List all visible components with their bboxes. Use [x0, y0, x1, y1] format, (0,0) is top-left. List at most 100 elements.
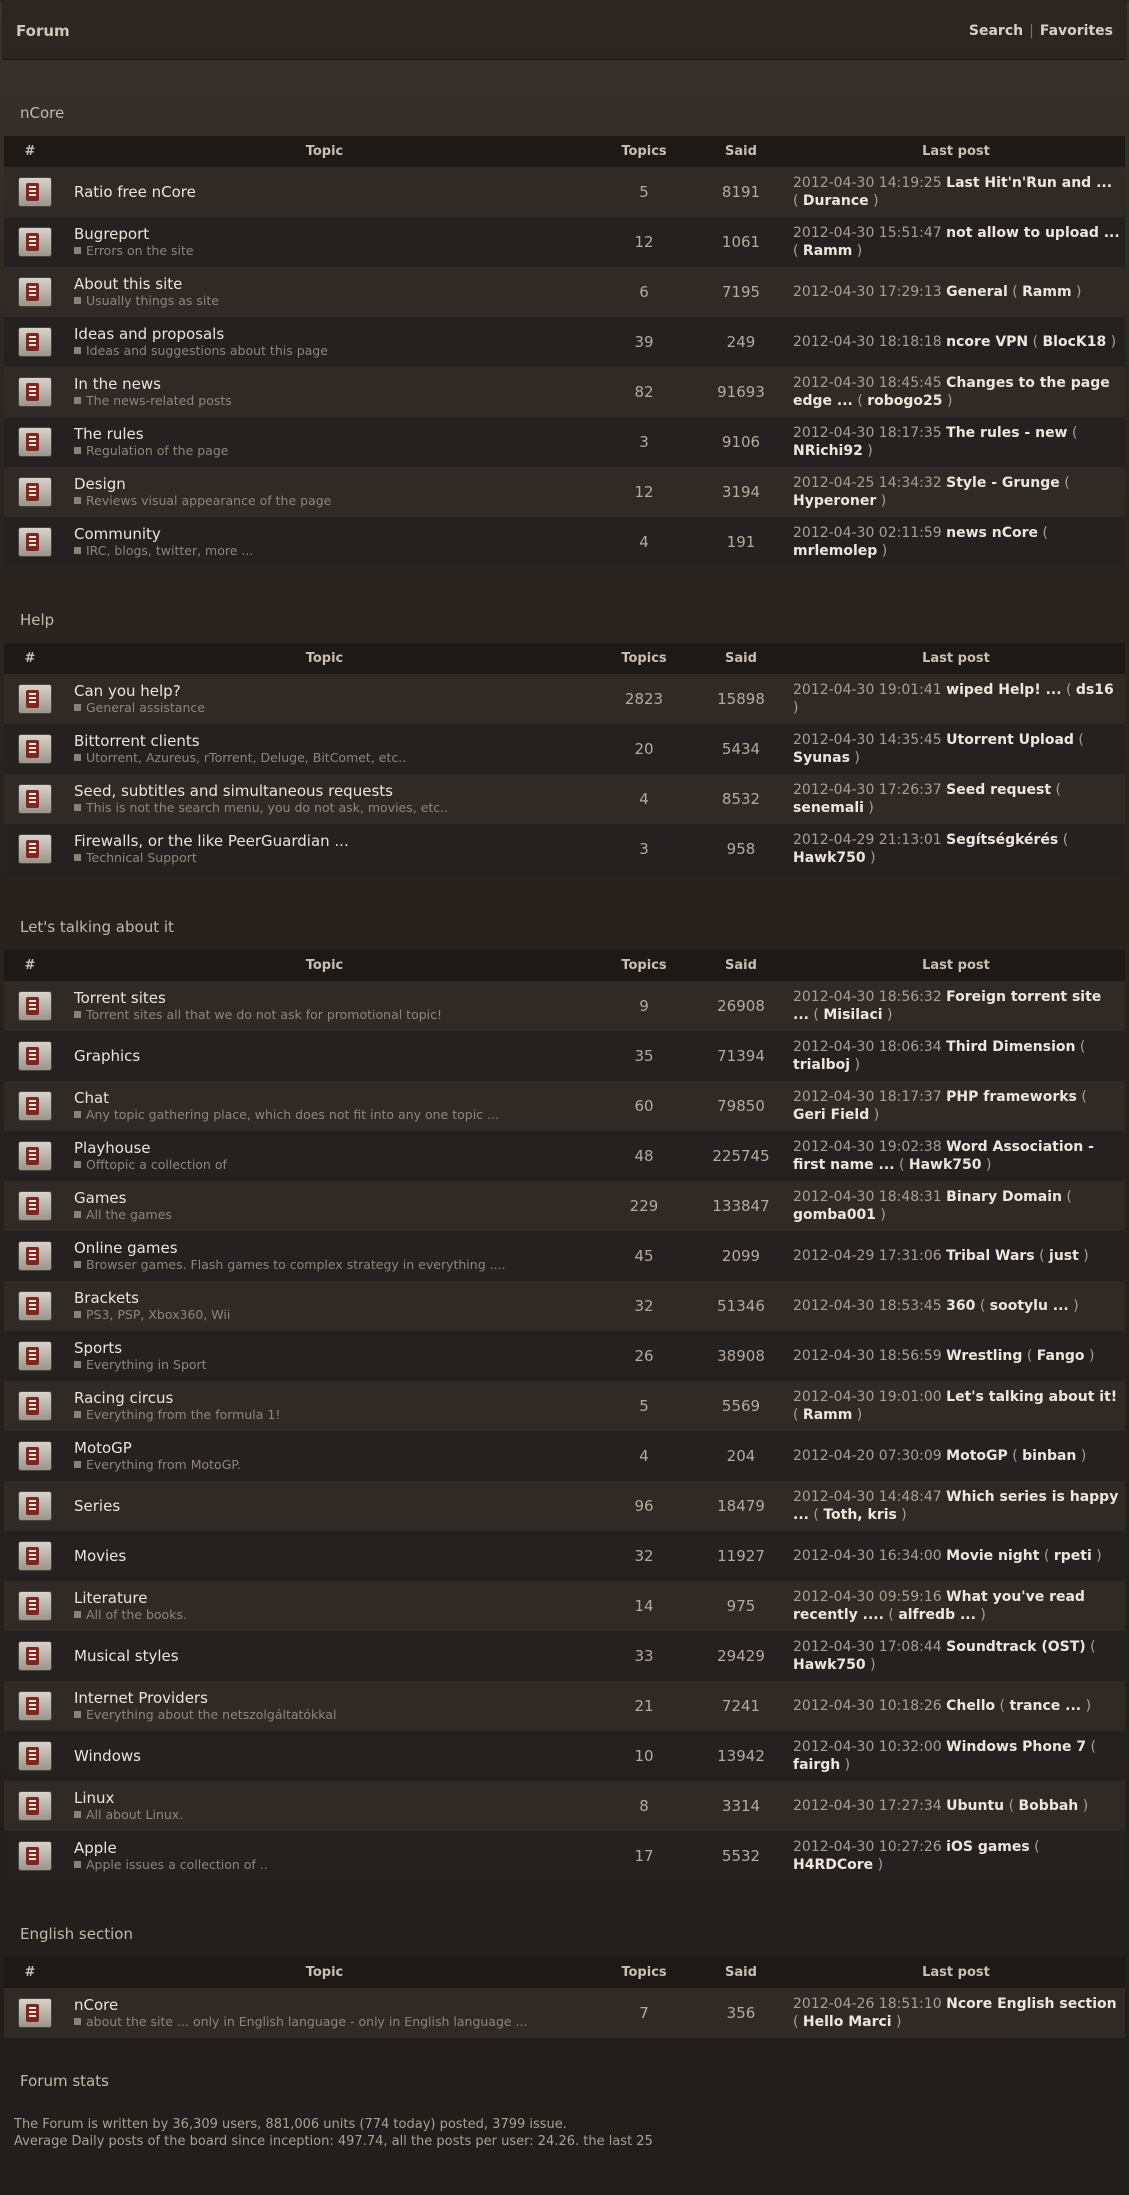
- forum-name-link[interactable]: Online games: [74, 1239, 592, 1257]
- last-post-user-link[interactable]: trance ...: [1009, 1698, 1081, 1714]
- forum-name-link[interactable]: Design: [74, 475, 592, 493]
- favorites-link[interactable]: Favorites: [1040, 23, 1113, 39]
- last-post-title-link[interactable]: 360: [946, 1298, 975, 1314]
- forum-name-link[interactable]: Games: [74, 1189, 592, 1207]
- said-count: 5569: [721, 1397, 761, 1415]
- forum-row: Literature All of the books. 14 975 2012-04-…: [4, 1581, 1125, 1631]
- forum-name-link[interactable]: Ideas and proposals: [74, 325, 592, 343]
- last-post-title-link[interactable]: Utorrent Upload: [946, 732, 1074, 748]
- forum-name-link[interactable]: Ratio free nCore: [74, 183, 592, 201]
- last-post-title-link[interactable]: Style - Grunge: [946, 475, 1060, 491]
- last-post-user-link[interactable]: Durance: [803, 193, 869, 209]
- last-post-user-link[interactable]: mrlemolep: [793, 543, 877, 559]
- bullet-icon: [74, 1611, 81, 1618]
- last-post-title-link[interactable]: iOS games: [946, 1839, 1030, 1855]
- last-post-user-link[interactable]: Toth, kris: [823, 1507, 897, 1523]
- forum-name-link[interactable]: Bittorrent clients: [74, 732, 592, 750]
- last-post-user-link[interactable]: Syunas: [793, 750, 850, 766]
- last-post-user-link[interactable]: fairgh: [793, 1757, 840, 1773]
- forum-name-link[interactable]: Bugreport: [74, 225, 592, 243]
- last-post-user-link[interactable]: Misilaci: [823, 1007, 882, 1023]
- forum-name-link[interactable]: In the news: [74, 375, 592, 393]
- last-post-title-link[interactable]: Binary Domain: [946, 1189, 1062, 1205]
- last-post-date: 2012-04-30 19:01:00: [793, 1389, 942, 1405]
- last-post-user-link[interactable]: rpeti: [1054, 1548, 1092, 1564]
- forum-name-link[interactable]: Windows: [74, 1747, 592, 1765]
- last-post-title-link[interactable]: PHP frameworks: [946, 1089, 1077, 1105]
- forum-name-link[interactable]: Can you help?: [74, 682, 592, 700]
- forum-name-link[interactable]: Linux: [74, 1789, 592, 1807]
- forum-name-link[interactable]: MotoGP: [74, 1439, 592, 1457]
- forum-name-link[interactable]: Racing circus: [74, 1389, 592, 1407]
- forum-name-link[interactable]: Musical styles: [74, 1647, 592, 1665]
- last-post-user-link[interactable]: trialboj: [793, 1057, 850, 1073]
- last-post-title-link[interactable]: Chello: [946, 1698, 995, 1714]
- last-post-title-link[interactable]: wiped Help! ...: [946, 682, 1061, 698]
- last-post-title-link[interactable]: Wrestling: [946, 1348, 1022, 1364]
- bullet-icon: [74, 1261, 81, 1268]
- forum-name-link[interactable]: Firewalls, or the like PeerGuardian ...: [74, 832, 592, 850]
- last-post-user-link[interactable]: Fango: [1037, 1348, 1085, 1364]
- last-post-title-link[interactable]: Soundtrack (OST): [946, 1639, 1086, 1655]
- forum-name-link[interactable]: About this site: [74, 275, 592, 293]
- last-post-title-link[interactable]: Segítségkérés: [946, 832, 1058, 848]
- forum-description: Usually things as site: [74, 293, 592, 309]
- last-post-title-link[interactable]: Tribal Wars: [946, 1248, 1034, 1264]
- forum-name-link[interactable]: Brackets: [74, 1289, 592, 1307]
- last-post-title-link[interactable]: The rules - new: [946, 425, 1067, 441]
- last-post-title-link[interactable]: not allow to upload ...: [946, 225, 1120, 241]
- last-post-user-link[interactable]: Ramm: [803, 243, 852, 259]
- last-post-user-link[interactable]: ds16: [1076, 682, 1114, 698]
- last-post-user-link[interactable]: Ramm: [803, 1407, 852, 1423]
- last-post-title-link[interactable]: Let's talking about it!: [946, 1389, 1117, 1405]
- section-title: English section: [20, 1925, 133, 1943]
- last-post-title-link[interactable]: Ubuntu: [946, 1798, 1004, 1814]
- last-post-title-link[interactable]: General: [946, 284, 1008, 300]
- forum-name-link[interactable]: Apple: [74, 1839, 592, 1857]
- last-post-user-link[interactable]: BlocK18: [1043, 334, 1107, 350]
- last-post-user-link[interactable]: Hawk750: [793, 850, 866, 866]
- last-post-user-link[interactable]: Hawk750: [793, 1657, 866, 1673]
- forum-name-link[interactable]: The rules: [74, 425, 592, 443]
- forum-name-link[interactable]: Internet Providers: [74, 1689, 592, 1707]
- search-link[interactable]: Search: [969, 23, 1023, 39]
- last-post-user-link[interactable]: Hyperoner: [793, 493, 876, 509]
- last-post-user-link[interactable]: robogo25: [867, 393, 942, 409]
- forum-row: Design Reviews visual appearance of the p…: [4, 467, 1125, 517]
- forum-name-link[interactable]: Movies: [74, 1547, 592, 1565]
- forum-section: Let's talking about it # Topic Topics Said La…: [4, 874, 1125, 1881]
- forum-name-link[interactable]: nCore: [74, 1996, 592, 2014]
- forum-name-link[interactable]: Chat: [74, 1089, 592, 1107]
- last-post-user-link[interactable]: Geri Field: [793, 1107, 869, 1123]
- last-post-user-link[interactable]: H4RDCore: [793, 1857, 873, 1873]
- forum-name-link[interactable]: Playhouse: [74, 1139, 592, 1157]
- forum-name-link[interactable]: Graphics: [74, 1047, 592, 1065]
- last-post-user-link[interactable]: gomba001: [793, 1207, 876, 1223]
- last-post-title-link[interactable]: news nCore: [946, 525, 1038, 541]
- last-post-user-link[interactable]: binban: [1022, 1448, 1076, 1464]
- last-post-user-link[interactable]: senemali: [793, 800, 864, 816]
- last-post-title-link[interactable]: Windows Phone 7: [946, 1739, 1086, 1755]
- forum-name-link[interactable]: Series: [74, 1497, 592, 1515]
- last-post-title-link[interactable]: Third Dimension: [946, 1039, 1075, 1055]
- last-post-user-link[interactable]: sootylu ...: [990, 1298, 1069, 1314]
- last-post-user-link[interactable]: just: [1049, 1248, 1079, 1264]
- last-post-user-link[interactable]: Bobbah: [1019, 1798, 1079, 1814]
- last-post-user-link[interactable]: NRichi92: [793, 443, 863, 459]
- last-post-user-link[interactable]: Hello Marci: [803, 2014, 892, 2030]
- last-post-title-link[interactable]: Ncore English section: [946, 1996, 1116, 2012]
- last-post-user-link[interactable]: Ramm: [1022, 284, 1071, 300]
- last-post-title-link[interactable]: ncore VPN: [946, 334, 1028, 350]
- forum-name-link[interactable]: Sports: [74, 1339, 592, 1357]
- forum-name-link[interactable]: Literature: [74, 1589, 592, 1607]
- last-post-title-link[interactable]: MotoGP: [946, 1448, 1008, 1464]
- last-post-title-link[interactable]: Movie night: [946, 1548, 1039, 1564]
- last-post-title-link[interactable]: Seed request: [946, 782, 1051, 798]
- last-post-title-link[interactable]: Last Hit'n'Run and ...: [946, 175, 1112, 191]
- forum-name-link[interactable]: Seed, subtitles and simultaneous request…: [74, 782, 592, 800]
- forum-name-link[interactable]: Torrent sites: [74, 989, 592, 1007]
- topics-count: 8: [639, 1797, 649, 1815]
- forum-name-link[interactable]: Community: [74, 525, 592, 543]
- last-post-user-link[interactable]: Hawk750: [909, 1157, 982, 1173]
- last-post-user-link[interactable]: alfredb ...: [898, 1607, 976, 1623]
